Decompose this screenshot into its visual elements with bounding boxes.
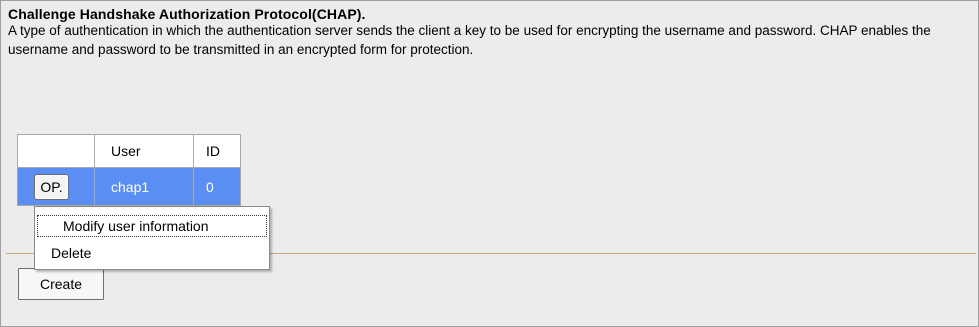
chap-settings-panel: Challenge Handshake Authorization Protoc… bbox=[0, 0, 979, 327]
column-header-user: User bbox=[94, 134, 194, 168]
page-description: A type of authentication in which the au… bbox=[8, 23, 931, 57]
create-button[interactable]: Create bbox=[18, 268, 104, 300]
table-header-row: User ID bbox=[17, 134, 241, 168]
column-header-op bbox=[17, 134, 95, 168]
id-cell: 0 bbox=[193, 167, 241, 206]
menu-item-modify-user-information[interactable]: Modify user information bbox=[37, 215, 267, 237]
op-button[interactable]: OP. bbox=[34, 173, 69, 200]
user-table: User ID OP. chap1 0 bbox=[17, 134, 241, 206]
page-title: Challenge Handshake Authorization Protoc… bbox=[8, 6, 366, 22]
op-cell: OP. bbox=[17, 167, 95, 206]
context-menu: Modify user information Delete bbox=[34, 206, 270, 270]
table-row[interactable]: OP. chap1 0 bbox=[17, 167, 241, 206]
user-cell: chap1 bbox=[94, 167, 194, 206]
column-header-id: ID bbox=[193, 134, 241, 168]
menu-item-delete[interactable]: Delete bbox=[37, 242, 267, 264]
